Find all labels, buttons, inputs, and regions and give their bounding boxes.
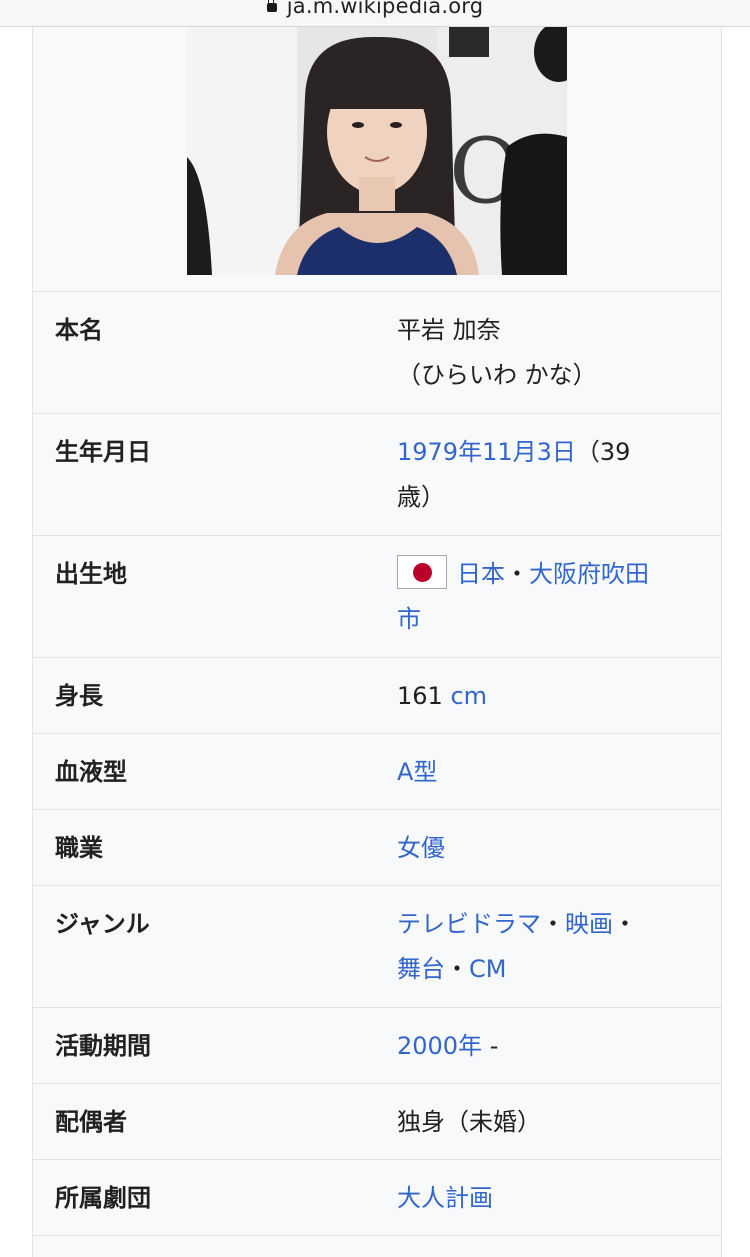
row-label: 生年月日 [55,438,151,466]
occupation-link[interactable]: 女優 [397,834,445,862]
row-value: 日本・大阪府吹田 市 [375,532,721,657]
row-label: 身長 [55,682,103,710]
row-value: 平岩 加奈 （ひらいわ かな） [375,288,721,413]
infobox-row-blood-type: 血液型 A型 [33,734,721,810]
row-label: 血液型 [55,758,127,786]
place-link-cont[interactable]: 市 [397,605,421,633]
genre-film-link[interactable]: 映画 [565,910,613,938]
place-link[interactable]: 大阪府吹田 [529,560,649,588]
real-name: 平岩 加奈 [397,316,501,344]
separator: ・ [505,560,529,588]
row-value: 大人計画 [375,1156,721,1235]
separator: ・ [445,955,469,983]
infobox-row-birth-date: 生年月日 1979年11月3日（39 歳） [33,414,721,536]
infobox-row-birthplace: 出生地 日本・大阪府吹田 市 [33,536,721,658]
row-value: 女優 [375,806,721,885]
real-name-reading: （ひらいわ かな） [397,361,597,389]
row-label: 活動期間 [55,1032,151,1060]
row-value: 2000年 - [375,1004,721,1083]
row-value: テレビドラマ・映画・ 舞台・CM [375,882,721,1007]
lock-icon [266,0,277,12]
row-value: 161 cm [375,654,721,733]
infobox-row-spouse: 配偶者 独身（未婚） [33,1084,721,1160]
row-value: 独身（未婚） [397,1108,541,1136]
infobox-row-active-years: 活動期間 2000年 - [33,1008,721,1084]
portrait-photo[interactable]: O [187,27,567,275]
row-label: 本名 [55,316,103,344]
separator: ・ [613,910,637,938]
row-label: 職業 [55,834,103,862]
row-label: 出生地 [55,560,127,588]
height-value: 161 [397,682,443,710]
blood-type-link[interactable]: A型 [397,758,437,786]
url-text[interactable]: ja.m.wikipedia.org [287,0,484,18]
genre-cm-link[interactable]: CM [469,955,506,983]
infobox-row-real-name: 本名 平岩 加奈 （ひらいわ かな） [33,292,721,414]
row-label: 所属劇団 [55,1184,151,1212]
infobox-row-occupation: 職業 女優 [33,810,721,886]
age-text: （39 [575,438,631,466]
browser-url-bar[interactable]: ja.m.wikipedia.org [0,0,750,27]
active-year-link[interactable]: 2000年 [397,1032,482,1060]
infobox-row-genre: ジャンル テレビドラマ・映画・ 舞台・CM [33,886,721,1008]
theater-company-link[interactable]: 大人計画 [397,1184,493,1212]
active-years-suffix: - [482,1032,499,1060]
genre-tv-drama-link[interactable]: テレビドラマ [397,910,541,938]
country-link[interactable]: 日本 [457,560,505,588]
infobox-image-cell: O [33,27,721,292]
infobox-row-height: 身長 161 cm [33,658,721,734]
infobox-row-theater-company: 所属劇団 大人計画 [33,1160,721,1236]
row-value: A型 [375,730,721,809]
separator: ・ [541,910,565,938]
japan-flag-icon[interactable] [397,555,447,589]
genre-stage-link[interactable]: 舞台 [397,955,445,983]
birth-date-link[interactable]: 1979年11月3日 [397,438,576,466]
row-label: 配偶者 [55,1108,127,1136]
row-label: ジャンル [55,910,150,938]
row-value: 1979年11月3日（39 歳） [375,410,721,535]
portrait-illustration: O [187,27,567,275]
age-text-cont: 歳） [397,483,445,511]
cm-unit-link[interactable]: cm [450,682,487,710]
infobox: O 本名 平岩 加奈 （ひらいわ かな） 生年月日 1979年11月3日（39 … [32,27,722,1257]
